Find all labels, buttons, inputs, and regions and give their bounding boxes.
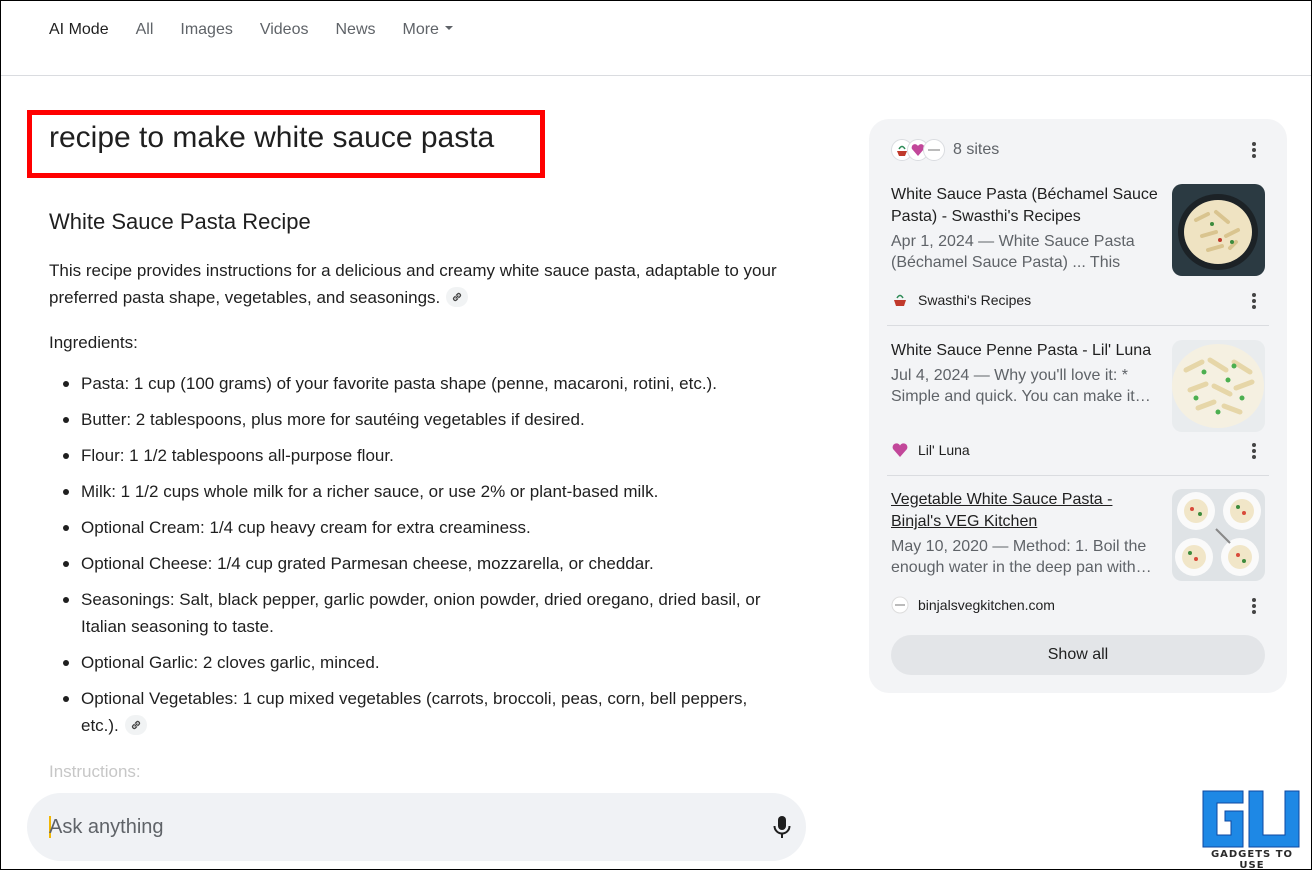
lil-luna-favicon-icon <box>892 443 908 457</box>
instructions-label: Instructions: <box>49 762 141 781</box>
source-card[interactable]: White Sauce Pasta (Béchamel Sauce Pasta)… <box>891 184 1265 314</box>
source-site-name: Swasthi's Recipes <box>918 292 1032 308</box>
ask-bar <box>27 793 806 861</box>
ai-answer: White Sauce Pasta Recipe This recipe pro… <box>49 209 789 748</box>
list-item: Optional Cream: 1/4 cup heavy cream for … <box>63 514 789 541</box>
tab-ai-mode[interactable]: AI Mode <box>49 20 109 40</box>
pasta-bowl-thumbnail[interactable] <box>1172 184 1265 276</box>
microphone-icon[interactable] <box>771 815 793 839</box>
source-snippet: May 10, 2020 — Method: 1. Boil the enoug… <box>891 538 1152 576</box>
source-snippet: Apr 1, 2024 — White Sauce Pasta (Béchame… <box>891 233 1135 271</box>
caret-down-icon <box>444 25 453 30</box>
sources-panel: 8 sites White Sauce Pasta (Béchamel Sauc… <box>869 119 1287 693</box>
answer-heading: White Sauce Pasta Recipe <box>49 209 311 234</box>
source-title[interactable]: Vegetable White Sauce Pasta - Binjal's V… <box>891 489 1163 533</box>
divider <box>887 325 1269 326</box>
list-item: Optional Vegetables: 1 cup mixed vegetab… <box>63 685 789 739</box>
source-site[interactable]: Lil' Luna <box>891 441 970 459</box>
tab-videos[interactable]: Videos <box>260 20 309 40</box>
tab-more[interactable]: More <box>403 20 453 40</box>
tab-all[interactable]: All <box>136 20 154 40</box>
source-card[interactable]: White Sauce Penne Pasta - Lil' Luna Jul … <box>891 340 1265 470</box>
more-options-icon[interactable] <box>1246 141 1262 159</box>
link-icon <box>131 720 140 729</box>
search-query: recipe to make white sauce pasta <box>49 121 495 154</box>
top-nav-bar: AI Mode All Images Videos News More <box>1 1 1311 76</box>
list-item: Flour: 1 1/2 tablespoons all-purpose flo… <box>63 442 789 469</box>
citation-link-chip[interactable] <box>124 714 147 735</box>
sources-count: 8 sites <box>953 141 1000 158</box>
gadgets-to-use-logo-icon <box>1202 790 1300 848</box>
binjals-favicon-icon <box>891 596 909 614</box>
search-mode-tabs: AI Mode All Images Videos News More <box>49 20 480 40</box>
tab-news[interactable]: News <box>335 20 375 40</box>
list-item: Optional Garlic: 2 cloves garlic, minced… <box>63 649 789 676</box>
swasthis-favicon-icon <box>894 294 906 306</box>
source-site-name: binjalsvegkitchen.com <box>918 597 1055 613</box>
show-all-button[interactable]: Show all <box>891 635 1265 675</box>
source-title[interactable]: White Sauce Penne Pasta - Lil' Luna <box>891 340 1163 362</box>
list-item: Milk: 1 1/2 cups whole milk for a richer… <box>63 478 789 505</box>
source-title[interactable]: White Sauce Pasta (Béchamel Sauce Pasta)… <box>891 184 1163 228</box>
link-icon <box>453 292 462 301</box>
answer-intro: This recipe provides instructions for a … <box>49 257 789 311</box>
source-snippet: Jul 4, 2024 — Why you'll love it: * Simp… <box>891 367 1151 405</box>
source-site[interactable]: binjalsvegkitchen.com <box>891 596 1055 614</box>
list-item: Butter: 2 tablespoons, plus more for sau… <box>63 406 789 433</box>
gadgets-to-use-watermark: GADGETS TO USE <box>1197 787 1307 870</box>
list-item: Pasta: 1 cup (100 grams) of your favorit… <box>63 370 789 397</box>
citation-link-chip[interactable] <box>446 286 469 307</box>
penne-pasta-thumbnail[interactable] <box>1172 340 1265 432</box>
ask-input[interactable] <box>49 811 729 843</box>
source-card[interactable]: Vegetable White Sauce Pasta - Binjal's V… <box>891 489 1265 619</box>
sources-header: 8 sites <box>891 137 999 163</box>
more-options-icon[interactable] <box>1246 292 1262 310</box>
tab-more-label: More <box>402 21 439 38</box>
source-site-name: Lil' Luna <box>918 442 970 458</box>
answer-intro-text: This recipe provides instructions for a … <box>49 261 777 307</box>
list-item: Seasonings: Salt, black pepper, garlic p… <box>63 586 789 640</box>
more-options-icon[interactable] <box>1246 442 1262 460</box>
tab-images[interactable]: Images <box>180 20 232 40</box>
list-item: Optional Cheese: 1/4 cup grated Parmesan… <box>63 550 789 577</box>
ingredients-label: Ingredients: <box>49 333 138 352</box>
more-options-icon[interactable] <box>1246 597 1262 615</box>
watermark-text: GADGETS TO USE <box>1210 849 1294 870</box>
list-item-text: Optional Vegetables: 1 cup mixed vegetab… <box>81 689 748 735</box>
ingredients-list: Pasta: 1 cup (100 grams) of your favorit… <box>63 370 789 739</box>
source-site[interactable]: Swasthi's Recipes <box>891 291 1031 309</box>
binjals-favicon-icon <box>923 139 945 161</box>
veg-pasta-thumbnail[interactable] <box>1172 489 1265 581</box>
divider <box>887 475 1269 476</box>
